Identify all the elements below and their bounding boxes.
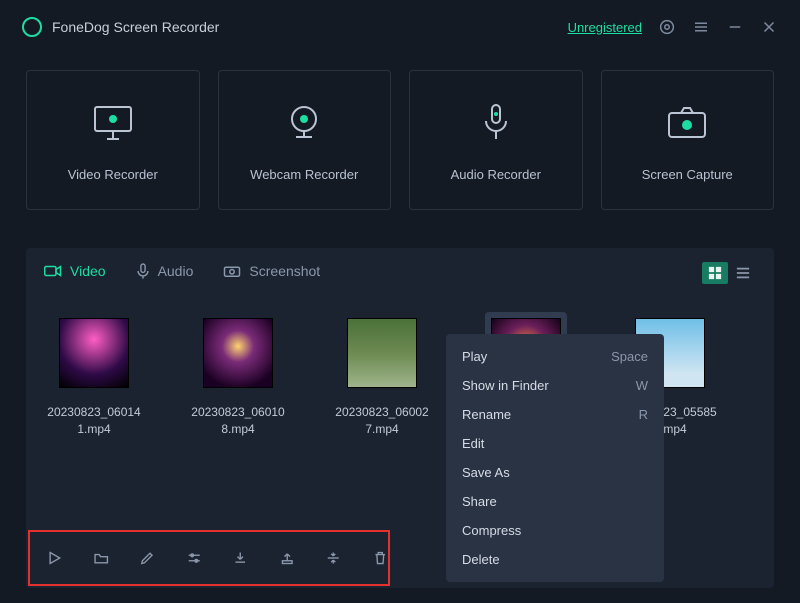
share-icon[interactable] — [279, 548, 296, 568]
trash-icon[interactable] — [372, 548, 389, 568]
folder-icon[interactable] — [93, 548, 110, 568]
ctx-item-save-as[interactable]: Save As — [446, 458, 664, 487]
close-icon[interactable] — [760, 18, 778, 36]
tab-label: Audio — [158, 263, 194, 279]
download-icon[interactable] — [232, 548, 249, 568]
app-logo: FoneDog Screen Recorder — [22, 17, 219, 37]
ctx-item-delete[interactable]: Delete — [446, 545, 664, 574]
mode-screen-capture[interactable]: Screen Capture — [601, 70, 775, 210]
thumbnail-item[interactable]: 20230823_060027.mp4 — [336, 312, 428, 438]
ctx-shortcut: Space — [611, 349, 648, 364]
mode-webcam-recorder[interactable]: Webcam Recorder — [218, 70, 392, 210]
ctx-label: Share — [462, 494, 497, 509]
thumbnail-filename: 20230823_060141.mp4 — [44, 404, 144, 438]
thumbnail-image — [203, 318, 273, 388]
media-toolbar — [28, 530, 390, 586]
grid-view-button[interactable] — [702, 262, 728, 284]
list-view-button[interactable] — [730, 262, 756, 284]
mode-video-recorder[interactable]: Video Recorder — [26, 70, 200, 210]
minimize-icon[interactable] — [726, 18, 744, 36]
app-title: FoneDog Screen Recorder — [52, 19, 219, 35]
ctx-item-compress[interactable]: Compress — [446, 516, 664, 545]
camera-icon — [663, 99, 711, 147]
ctx-label: Play — [462, 349, 487, 364]
tab-video[interactable]: Video — [44, 263, 106, 283]
library-tabs: Video Audio Screenshot — [44, 262, 756, 284]
title-bar: FoneDog Screen Recorder Unregistered — [0, 0, 800, 50]
mode-label: Video Recorder — [68, 167, 158, 182]
compress-icon[interactable] — [325, 548, 342, 568]
mode-label: Audio Recorder — [451, 167, 541, 182]
thumbnail-image — [59, 318, 129, 388]
gear-icon[interactable] — [658, 18, 676, 36]
ctx-item-edit[interactable]: Edit — [446, 429, 664, 458]
unregistered-link[interactable]: Unregistered — [568, 20, 642, 35]
logo-icon — [22, 17, 42, 37]
ctx-label: Save As — [462, 465, 510, 480]
recording-modes: Video Recorder Webcam Recorder Audio Rec… — [0, 50, 800, 230]
ctx-shortcut: R — [639, 407, 648, 422]
thumbnail-filename: 20230823_060108.mp4 — [188, 404, 288, 438]
ctx-item-rename[interactable]: Rename R — [446, 400, 664, 429]
mode-audio-recorder[interactable]: Audio Recorder — [409, 70, 583, 210]
edit-icon[interactable] — [139, 548, 156, 568]
mode-label: Webcam Recorder — [250, 167, 358, 182]
menu-icon[interactable] — [692, 18, 710, 36]
ctx-item-show-in-finder[interactable]: Show in Finder W — [446, 371, 664, 400]
ctx-shortcut: W — [636, 378, 648, 393]
webcam-icon — [280, 99, 328, 147]
library-panel: Video Audio Screenshot 20230823_060141.m… — [26, 248, 774, 588]
ctx-item-play[interactable]: Play Space — [446, 342, 664, 371]
thumbnail-item[interactable]: 20230823_060141.mp4 — [48, 312, 140, 438]
sliders-icon[interactable] — [186, 548, 203, 568]
mode-label: Screen Capture — [642, 167, 733, 182]
title-bar-controls: Unregistered — [568, 18, 778, 36]
monitor-icon — [89, 99, 137, 147]
context-menu: Play Space Show in Finder W Rename R Edi… — [446, 334, 664, 582]
ctx-label: Delete — [462, 552, 500, 567]
tab-label: Screenshot — [249, 263, 320, 279]
tab-screenshot[interactable]: Screenshot — [223, 263, 320, 283]
tab-audio[interactable]: Audio — [136, 262, 194, 284]
tab-label: Video — [70, 263, 106, 279]
thumbnail-item[interactable]: 20230823_060108.mp4 — [192, 312, 284, 438]
ctx-label: Rename — [462, 407, 511, 422]
microphone-icon — [472, 99, 520, 147]
ctx-item-share[interactable]: Share — [446, 487, 664, 516]
ctx-label: Show in Finder — [462, 378, 549, 393]
ctx-label: Edit — [462, 436, 484, 451]
thumbnail-image — [347, 318, 417, 388]
play-icon[interactable] — [46, 548, 63, 568]
thumbnail-filename: 20230823_060027.mp4 — [332, 404, 432, 438]
ctx-label: Compress — [462, 523, 521, 538]
view-toggle — [702, 262, 756, 284]
